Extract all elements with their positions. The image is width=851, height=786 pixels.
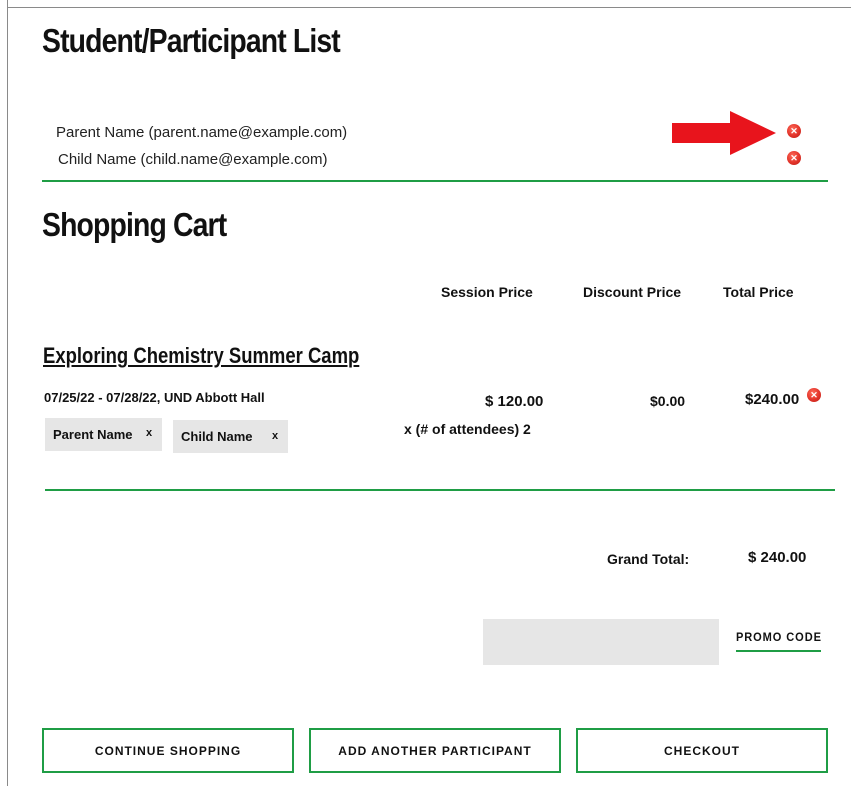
promo-code-underline — [736, 650, 821, 652]
attendee-chip-child: Child Name x — [173, 420, 288, 453]
column-header-discount-price: Discount Price — [583, 284, 682, 300]
remove-child-participant-icon[interactable]: ✕ — [787, 151, 801, 165]
grand-total-value: $ 240.00 — [748, 549, 807, 566]
column-header-total-price: Total Price — [723, 284, 794, 300]
attendee-count: x (# of attendees) 2 — [404, 421, 531, 437]
shopping-cart-title: Shopping Cart — [42, 206, 227, 243]
course-title-link[interactable]: Exploring Chemistry Summer Camp — [43, 343, 359, 369]
attendee-chip-parent: Parent Name x — [45, 418, 162, 451]
course-details: 07/25/22 - 07/28/22, UND Abbott Hall — [44, 390, 265, 405]
participant-child: Child Name (child.name@example.com) — [58, 151, 328, 168]
page-border-top — [7, 7, 851, 8]
grand-total-label: Grand Total: — [607, 551, 690, 567]
remove-course-icon[interactable]: ✕ — [807, 388, 821, 402]
promo-code-input[interactable] — [483, 619, 719, 665]
page-border-left — [7, 0, 8, 786]
participant-list-title: Student/Participant List — [42, 22, 341, 59]
column-header-session-price: Session Price — [441, 284, 533, 300]
red-arrow-icon — [672, 111, 776, 155]
add-participant-button[interactable]: ADD ANOTHER PARTICIPANT — [309, 728, 561, 773]
discount-price: $0.00 — [650, 393, 686, 409]
continue-shopping-button[interactable]: CONTINUE SHOPPING — [42, 728, 294, 773]
remove-parent-participant-icon[interactable]: ✕ — [787, 124, 801, 138]
item-total-price: $240.00 — [745, 391, 800, 408]
remove-attendee-child-button[interactable]: x — [272, 430, 278, 442]
attendee-chip-label: Parent Name — [53, 427, 133, 442]
session-price: $ 120.00 — [485, 393, 544, 410]
cart-divider — [45, 489, 835, 491]
attendee-chip-label: Child Name — [181, 429, 253, 444]
section-divider — [42, 180, 828, 182]
checkout-button[interactable]: CHECKOUT — [576, 728, 828, 773]
remove-attendee-parent-button[interactable]: x — [146, 427, 152, 439]
participant-parent: Parent Name (parent.name@example.com) — [56, 124, 348, 141]
promo-code-button[interactable]: PROMO CODE — [736, 630, 822, 644]
